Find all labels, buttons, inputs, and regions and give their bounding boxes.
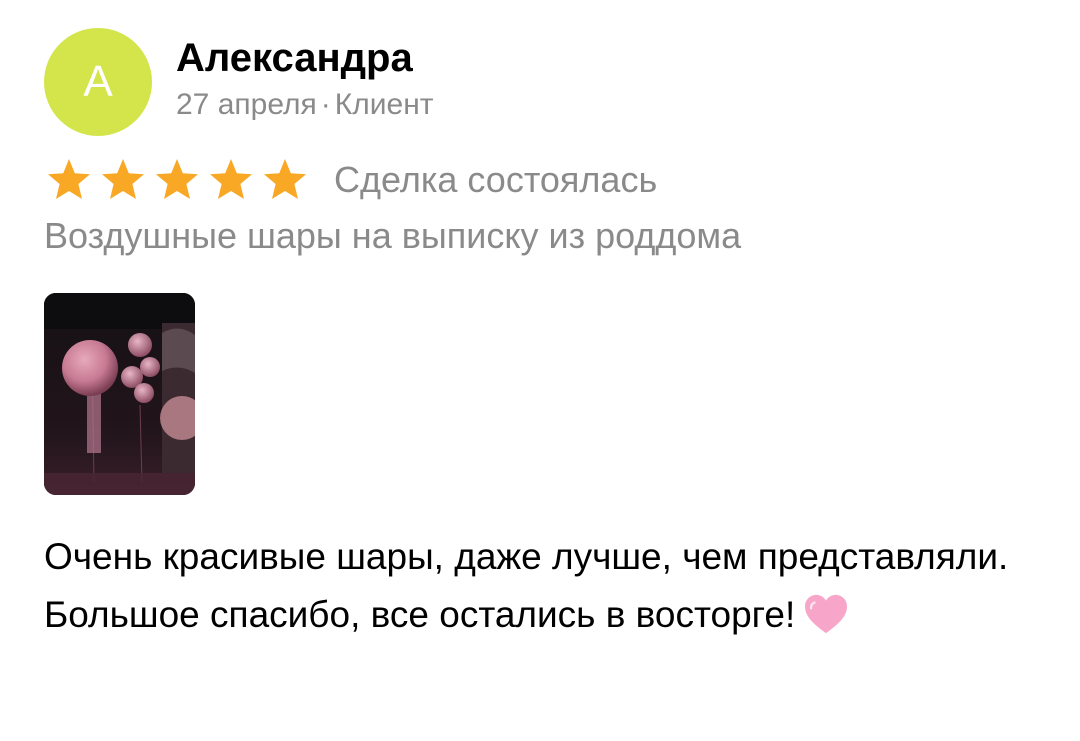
star-icon <box>264 159 306 199</box>
star-icon <box>210 159 252 199</box>
meta-separator: · <box>320 88 331 121</box>
star-rating <box>44 157 314 203</box>
review-text: Очень красивые шары, даже лучше, чем пре… <box>44 528 1034 644</box>
review-card: A Александра 27 апреля · Клиент Сделка сос… <box>0 0 1080 741</box>
review-date: 27 апреля <box>176 88 317 121</box>
rating-row: Сделка состоялась <box>44 156 657 204</box>
avatar-letter: A <box>83 57 113 106</box>
author-role: Клиент <box>334 88 434 121</box>
balloons-photo-icon <box>44 293 195 495</box>
review-photo[interactable] <box>44 293 195 495</box>
avatar[interactable]: A <box>44 28 152 136</box>
service-title: Воздушные шары на выписку из роддома <box>44 215 742 256</box>
star-icon <box>102 159 144 199</box>
pink-heart-icon <box>805 594 848 634</box>
star-icon <box>48 159 90 199</box>
review-body: Очень красивые шары, даже лучше, чем пре… <box>44 536 1009 635</box>
deal-status: Сделка состоялась <box>334 159 658 200</box>
author-name[interactable]: Александра <box>176 34 413 82</box>
review-meta: 27 апреля · Клиент <box>176 86 434 124</box>
star-icon <box>156 159 198 199</box>
